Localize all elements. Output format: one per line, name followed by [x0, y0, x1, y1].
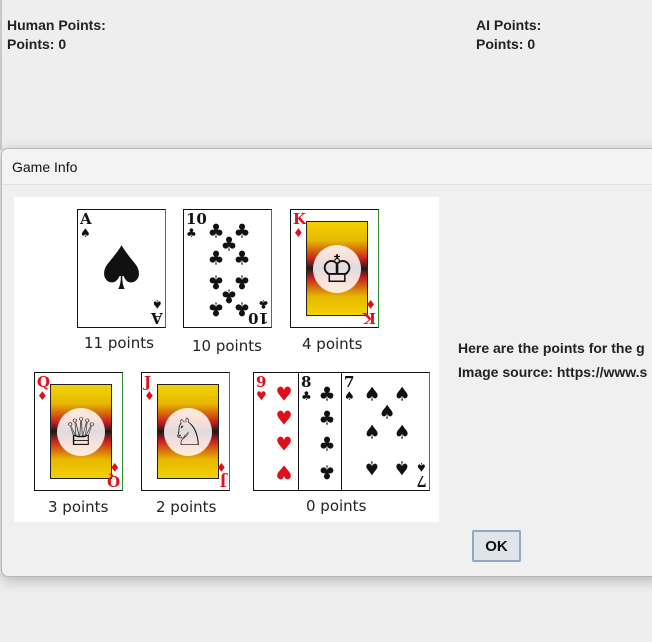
card-rank: Q: [37, 373, 51, 391]
king-face-art: ♔: [306, 221, 368, 316]
spade-icon: ♠: [416, 460, 427, 474]
heart-icon: ♥: [275, 407, 293, 430]
card-rank: Q: [106, 472, 120, 490]
spade-icon: ♠: [393, 383, 411, 406]
card-jack-diamonds: J ♦ ♘ J ♦: [141, 372, 230, 491]
game-info-dialog: Game Info A ♠ ♠ A ♠ 10 ♣ ♣ ♣ ♣ ♣ ♣ ♣ ♣ ♣ ♣ …: [1, 148, 652, 577]
ok-button[interactable]: OK: [472, 530, 521, 562]
card-rank: J: [144, 373, 152, 391]
club-icon: ♣: [186, 226, 197, 240]
spade-icon: ♠: [363, 421, 381, 444]
human-points-title: Human Points:: [7, 17, 106, 33]
points-info-text: Here are the points for the g: [458, 340, 645, 356]
club-icon: ♣: [207, 247, 225, 270]
card-points-image: A ♠ ♠ A ♠ 10 ♣ ♣ ♣ ♣ ♣ ♣ ♣ ♣ ♣ ♣ ♣ 10 ♣ K ♦ ♔…: [14, 197, 439, 522]
club-icon: ♣: [318, 407, 336, 430]
spade-icon: ♠: [152, 297, 163, 311]
card-rank: 7: [416, 472, 427, 490]
card-queen-diamonds: Q ♦ ♕ Q ♦: [34, 372, 123, 491]
points-label-queen: 3 points: [48, 498, 109, 516]
card-seven-spades: 7 ♠ ♠ ♠ ♠ ♠ ♠ ♠ ♠ 7 ♠: [341, 372, 430, 491]
spade-icon: ♠: [363, 456, 381, 479]
club-icon: ♣: [318, 460, 336, 483]
image-source-text: Image source: https://www.s: [458, 364, 648, 380]
queen-face-art: ♕: [50, 384, 112, 479]
card-king-diamonds: K ♦ ♔ K ♦: [290, 209, 379, 328]
card-ten-clubs: 10 ♣ ♣ ♣ ♣ ♣ ♣ ♣ ♣ ♣ ♣ ♣ 10 ♣: [183, 209, 272, 328]
card-rank: J: [219, 472, 227, 490]
spade-icon: ♠: [393, 456, 411, 479]
heart-icon: ♥: [275, 383, 293, 406]
human-points-value: Points: 0: [7, 36, 67, 52]
points-label-ace: 11 points: [84, 334, 154, 352]
card-rank: 10: [186, 210, 207, 228]
card-rank: 9: [256, 373, 267, 391]
jack-icon: ♘: [164, 407, 212, 456]
points-label-low-cards: 0 points: [306, 497, 367, 515]
card-rank: 8: [301, 373, 312, 391]
ai-score-panel: AI Points: Points: 0: [476, 16, 541, 54]
spade-icon: ♠: [344, 389, 355, 403]
club-icon: ♣: [318, 383, 336, 406]
spade-icon: ♠: [378, 401, 396, 424]
diamond-icon: ♦: [144, 389, 155, 403]
dialog-titlebar[interactable]: Game Info: [2, 149, 652, 185]
ai-points-title: AI Points:: [476, 17, 542, 33]
diamond-icon: ♦: [365, 297, 376, 311]
points-label-king: 4 points: [302, 335, 363, 353]
card-rank: K: [362, 309, 376, 327]
card-ace-spades: A ♠ ♠ A ♠: [77, 209, 166, 328]
heart-icon: ♥: [256, 389, 267, 403]
card-rank: K: [293, 210, 307, 228]
king-icon: ♔: [313, 244, 361, 293]
window-edge: [0, 0, 2, 150]
jack-face-art: ♘: [157, 384, 219, 479]
heart-icon: ♥: [275, 460, 293, 483]
spade-icon: ♠: [80, 226, 91, 240]
club-icon: ♣: [207, 297, 225, 320]
diamond-icon: ♦: [37, 389, 48, 403]
points-label-jack: 2 points: [156, 498, 217, 516]
diamond-icon: ♦: [293, 226, 304, 240]
card-rank: A: [151, 309, 163, 327]
queen-icon: ♕: [57, 407, 105, 456]
club-icon: ♣: [301, 389, 312, 403]
club-icon: ♣: [318, 433, 336, 456]
spade-icon: ♠: [393, 421, 411, 444]
dialog-title: Game Info: [12, 159, 78, 175]
card-rank: 7: [344, 373, 355, 391]
heart-icon: ♥: [275, 433, 293, 456]
club-icon: ♣: [233, 247, 251, 270]
diamond-icon: ♦: [216, 460, 227, 474]
ai-points-value: Points: 0: [476, 36, 536, 52]
human-score-panel: Human Points: Points: 0: [7, 16, 106, 54]
diamond-icon: ♦: [109, 460, 120, 474]
spade-icon: ♠: [94, 233, 149, 304]
points-label-ten: 10 points: [192, 337, 262, 355]
card-rank: 10: [248, 309, 269, 327]
card-rank: A: [80, 210, 92, 228]
